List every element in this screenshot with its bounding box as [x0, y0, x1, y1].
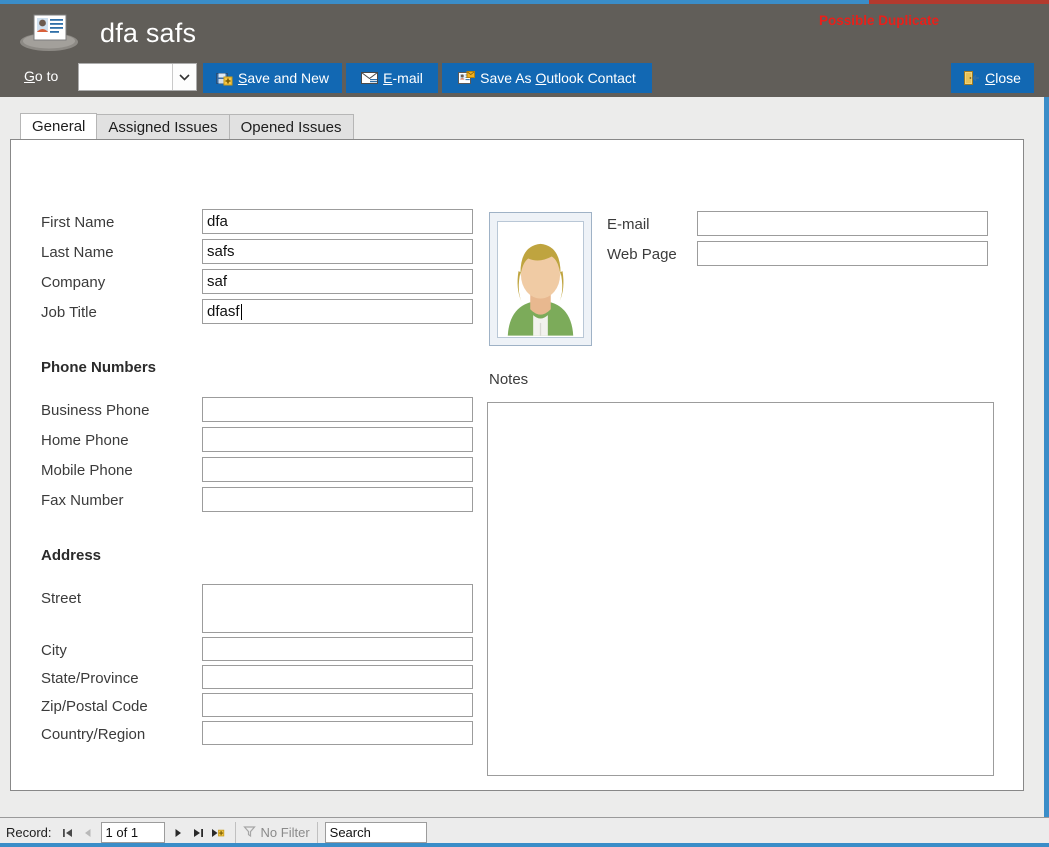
- bottom-accent-rail: [0, 843, 1049, 847]
- goto-accel: G: [24, 68, 35, 84]
- close-door-icon: [964, 71, 980, 85]
- right-accent-rail: [1044, 97, 1049, 817]
- record-position-input[interactable]: 1 of 1: [100, 822, 165, 843]
- next-record-icon[interactable]: [168, 822, 188, 844]
- record-position-value: 1 of 1: [105, 825, 139, 840]
- contact-photo[interactable]: [489, 212, 592, 346]
- close-label: Close: [985, 70, 1021, 86]
- last-name-value: safs: [207, 243, 235, 260]
- save-as-outlook-contact-button[interactable]: Save As Outlook Contact: [442, 63, 652, 93]
- status-separator-2: [316, 821, 318, 844]
- home-phone-input[interactable]: [202, 427, 473, 452]
- save-new-icon: [215, 71, 233, 86]
- label-state-province: State/Province: [41, 670, 139, 687]
- company-input[interactable]: saf: [202, 269, 473, 294]
- goto-combobox-value[interactable]: [79, 64, 172, 90]
- notes-input[interactable]: [487, 402, 994, 776]
- first-record-icon[interactable]: [58, 822, 78, 844]
- tab-general[interactable]: General: [20, 113, 98, 140]
- label-job-title: Job Title: [41, 304, 97, 321]
- tab-strip: General Assigned Issues Opened Issues: [20, 113, 354, 140]
- label-notes: Notes: [489, 371, 529, 388]
- goto-combobox[interactable]: [78, 63, 197, 91]
- street-input[interactable]: [202, 584, 473, 633]
- email-input[interactable]: [697, 211, 988, 236]
- new-record-icon[interactable]: [208, 822, 228, 844]
- fax-number-input[interactable]: [202, 487, 473, 512]
- save-as-outlook-contact-label: Save As Outlook Contact: [480, 70, 636, 86]
- email-button[interactable]: E-mail: [346, 63, 438, 93]
- save-and-new-label: Save and New: [238, 70, 329, 86]
- previous-record-icon[interactable]: [78, 822, 98, 844]
- first-name-value: dfa: [207, 213, 228, 230]
- phone-numbers-section-header: Phone Numbers: [41, 359, 157, 376]
- search-input[interactable]: Search: [324, 822, 427, 843]
- label-business-phone: Business Phone: [41, 402, 150, 419]
- possible-duplicate-warning: Possible Duplicate: [818, 13, 939, 28]
- form-header: dfa safs Possible Duplicate Go to Save a…: [0, 4, 1049, 97]
- email-label-rest: -mail: [392, 70, 423, 86]
- filter-label: No Filter: [260, 825, 310, 840]
- label-country-region: Country/Region: [41, 726, 146, 743]
- save-and-new-accel: S: [237, 70, 248, 86]
- address-section-header: Address: [41, 547, 102, 564]
- last-name-input[interactable]: safs: [202, 239, 473, 264]
- contact-photo-placeholder-image: [497, 220, 584, 338]
- zip-postal-code-input[interactable]: [202, 693, 473, 717]
- mobile-phone-input[interactable]: [202, 457, 473, 482]
- outlook-label-rest: utlook Contact: [546, 70, 636, 86]
- chevron-down-icon[interactable]: [172, 64, 196, 90]
- label-last-name: Last Name: [41, 244, 114, 261]
- email-accel: E: [383, 70, 393, 86]
- label-city: City: [41, 642, 67, 659]
- city-input[interactable]: [202, 637, 473, 661]
- outlook-label-pre: Save As: [480, 70, 536, 86]
- close-label-rest: lose: [995, 70, 1021, 86]
- tab-assigned-issues[interactable]: Assigned Issues: [96, 114, 230, 140]
- email-label: E-mail: [383, 70, 423, 86]
- status-separator-1: [234, 821, 236, 844]
- save-and-new-label-rest: ave and New: [247, 70, 330, 86]
- page-title: dfa safs: [100, 18, 197, 48]
- country-region-input[interactable]: [202, 721, 473, 745]
- label-first-name: First Name: [41, 214, 115, 231]
- label-email: E-mail: [607, 216, 650, 233]
- filter-icon: [242, 825, 256, 841]
- outlook-contact-icon: [458, 71, 476, 85]
- label-web-page: Web Page: [607, 246, 677, 263]
- save-and-new-button[interactable]: Save and New: [203, 63, 342, 93]
- label-fax-number: Fax Number: [41, 492, 124, 509]
- filter-status[interactable]: No Filter: [242, 825, 310, 841]
- outlook-accel: O: [535, 70, 547, 86]
- email-icon: [361, 72, 379, 84]
- label-street: Street: [41, 590, 82, 607]
- label-company: Company: [41, 274, 106, 291]
- business-phone-input[interactable]: [202, 397, 473, 422]
- state-province-input[interactable]: [202, 665, 473, 689]
- goto-label: Go to: [24, 68, 58, 84]
- job-title-value: dfasf: [207, 303, 240, 320]
- text-cursor: [240, 303, 242, 320]
- search-value: Search: [329, 825, 371, 840]
- close-accel: C: [985, 70, 996, 86]
- tab-opened-issues[interactable]: Opened Issues: [228, 114, 354, 140]
- close-button[interactable]: Close: [951, 63, 1034, 93]
- record-label: Record:: [6, 825, 52, 840]
- company-value: saf: [207, 273, 228, 290]
- label-home-phone: Home Phone: [41, 432, 129, 449]
- label-mobile-phone: Mobile Phone: [41, 462, 133, 479]
- web-page-input[interactable]: [697, 241, 988, 266]
- goto-label-text: o to: [34, 68, 59, 84]
- first-name-input[interactable]: dfa: [202, 209, 473, 234]
- job-title-input[interactable]: dfasf: [202, 299, 473, 324]
- label-zip-postal-code: Zip/Postal Code: [41, 698, 148, 715]
- form-body: General Assigned Issues Opened Issues Fi…: [0, 97, 1049, 817]
- general-tab-panel: First Name Last Name Company Job Title d…: [10, 139, 1024, 791]
- last-record-icon[interactable]: [188, 822, 208, 844]
- contact-card-icon: [18, 10, 80, 54]
